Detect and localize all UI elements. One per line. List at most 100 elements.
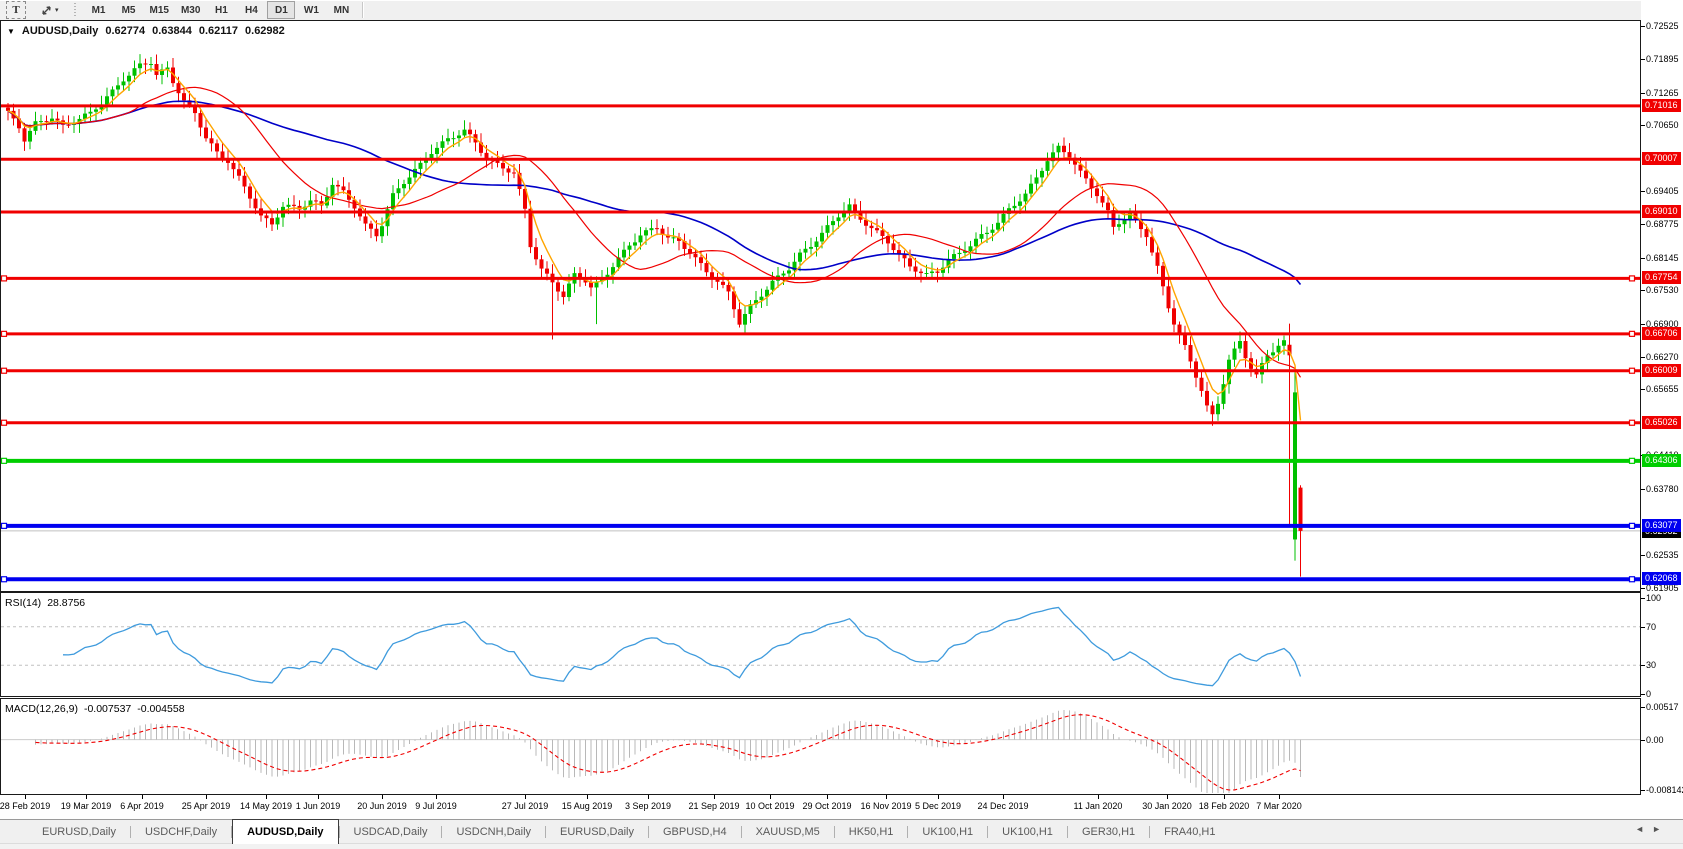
chart-tab-bar: EURUSD,DailyUSDCHF,DailyAUDUSD,DailyUSDC…	[0, 819, 1683, 844]
hline-handle[interactable]	[1630, 420, 1635, 425]
hline-price-label[interactable]: 0.64306	[1642, 454, 1681, 467]
toolbar-separator	[362, 2, 364, 18]
price-tick-dash	[1641, 191, 1645, 192]
price-tick: 0.71895	[1646, 53, 1679, 65]
tab-uk100-h1[interactable]: UK100,H1	[988, 820, 1067, 844]
tab-ger30-h1[interactable]: GER30,H1	[1068, 820, 1149, 844]
rsi-axis-label: 70	[1646, 621, 1656, 633]
price-tick: 0.62535	[1646, 549, 1679, 561]
price-tick-dash	[1641, 357, 1645, 358]
hline-price-label[interactable]: 0.67754	[1642, 271, 1681, 284]
tab-hk50-h1[interactable]: HK50,H1	[835, 820, 908, 844]
date-tick	[1003, 795, 1004, 799]
hline-handle[interactable]	[1630, 577, 1635, 582]
tab-audusd-daily[interactable]: AUDUSD,Daily	[232, 819, 338, 844]
date-label: 27 Jul 2019	[502, 801, 549, 811]
hline-handle[interactable]	[2, 420, 7, 425]
date-tick	[266, 795, 267, 799]
date-label: 20 Jun 2019	[357, 801, 407, 811]
date-tick	[382, 795, 383, 799]
toolbar-grip[interactable]	[73, 3, 78, 17]
price-tick-dash	[1641, 588, 1645, 589]
price-tick-dash	[1641, 389, 1645, 390]
macd-axis-label: 0.00	[1646, 734, 1664, 746]
tab-eurusd-daily[interactable]: EURUSD,Daily	[28, 820, 130, 844]
price-tick-dash	[1641, 555, 1645, 556]
tab-usdcnh-daily[interactable]: USDCNH,Daily	[442, 820, 545, 844]
date-tick	[587, 795, 588, 799]
rsi-tick-dash	[1641, 627, 1645, 628]
date-tick	[25, 795, 26, 799]
text-label-tool-button[interactable]: T	[6, 1, 26, 19]
rsi-canvas[interactable]	[0, 592, 1641, 697]
timeframe-button-h1[interactable]: H1	[207, 1, 235, 19]
symbol-caret-icon[interactable]: ▼	[7, 27, 15, 36]
price-tick-dash	[1641, 224, 1645, 225]
hline-handle[interactable]	[2, 276, 7, 281]
date-tick	[436, 795, 437, 799]
tab-scroll-right-icon[interactable]: ►	[1652, 824, 1669, 834]
main-chart-canvas[interactable]	[0, 20, 1641, 592]
date-tick	[1098, 795, 1099, 799]
date-tick	[827, 795, 828, 799]
tab-fra40-h1[interactable]: FRA40,H1	[1150, 820, 1229, 844]
hline-handle[interactable]	[2, 368, 7, 373]
hline-handle[interactable]	[1630, 458, 1635, 463]
rsi-tick-dash	[1641, 665, 1645, 666]
rsi-tick-dash	[1641, 598, 1645, 599]
tab-uk100-h1[interactable]: UK100,H1	[908, 820, 987, 844]
hline-price-label[interactable]: 0.66706	[1642, 327, 1681, 340]
hline-price-label[interactable]: 0.62068	[1642, 572, 1681, 585]
date-label: 24 Dec 2019	[977, 801, 1028, 811]
tab-xauusd-m5[interactable]: XAUUSD,M5	[742, 820, 834, 844]
price-tick: 0.68145	[1646, 252, 1679, 264]
timeframe-button-d1[interactable]: D1	[267, 1, 295, 19]
price-tick: 0.69405	[1646, 185, 1679, 197]
macd-axis-label: 0.00517	[1646, 701, 1679, 713]
tab-usdchf-daily[interactable]: USDCHF,Daily	[131, 820, 231, 844]
arrow-tools-button[interactable]: ▾	[35, 1, 64, 19]
hline-handle[interactable]	[2, 523, 7, 528]
timeframe-button-w1[interactable]: W1	[297, 1, 325, 19]
date-label: 15 Aug 2019	[562, 801, 613, 811]
hline-price-label[interactable]: 0.71016	[1642, 99, 1681, 112]
date-label: 6 Apr 2019	[120, 801, 164, 811]
date-label: 11 Jan 2020	[1074, 801, 1123, 811]
date-label: 21 Sep 2019	[688, 801, 739, 811]
date-tick	[1279, 795, 1280, 799]
price-tick: 0.65655	[1646, 383, 1679, 395]
hline-handle[interactable]	[1630, 523, 1635, 528]
timeframe-button-h4[interactable]: H4	[237, 1, 265, 19]
hline-handle[interactable]	[2, 331, 7, 336]
hline-price-label[interactable]: 0.70007	[1642, 152, 1681, 165]
date-label: 19 Mar 2019	[61, 801, 112, 811]
rsi-axis-label: 100	[1646, 592, 1661, 604]
hline-handle[interactable]	[2, 577, 7, 582]
tab-eurusd-daily[interactable]: EURUSD,Daily	[546, 820, 648, 844]
hline-handle[interactable]	[1630, 368, 1635, 373]
date-axis[interactable]: 28 Feb 201919 Mar 20196 Apr 201925 Apr 2…	[0, 795, 1641, 819]
hline-handle[interactable]	[1630, 276, 1635, 281]
timeframe-button-m15[interactable]: M15	[145, 1, 174, 19]
price-tick-dash	[1641, 258, 1645, 259]
hline-price-label[interactable]: 0.66009	[1642, 364, 1681, 377]
timeframe-button-m5[interactable]: M5	[115, 1, 143, 19]
timeframe-button-m30[interactable]: M30	[176, 1, 205, 19]
hline-handle[interactable]	[1630, 331, 1635, 336]
macd-canvas[interactable]	[0, 698, 1641, 795]
tab-scroll-left-icon[interactable]: ◄	[1635, 824, 1652, 834]
ohlc-open: 0.62774	[105, 25, 145, 37]
price-tick: 0.67530	[1646, 284, 1679, 296]
timeframe-button-m1[interactable]: M1	[85, 1, 113, 19]
hline-price-label[interactable]: 0.63077	[1642, 519, 1681, 532]
tab-usdcad-daily[interactable]: USDCAD,Daily	[340, 820, 442, 844]
timeframe-button-mn[interactable]: MN	[327, 1, 355, 19]
price-tick-dash	[1641, 125, 1645, 126]
tab-gbpusd-h4[interactable]: GBPUSD,H4	[649, 820, 741, 844]
hline-handle[interactable]	[2, 458, 7, 463]
hline-price-label[interactable]: 0.69010	[1642, 205, 1681, 218]
date-tick	[1224, 795, 1225, 799]
timeframe-buttons: M1M5M15M30H1H4D1W1MN	[84, 1, 357, 19]
hline-price-label[interactable]: 0.65026	[1642, 416, 1681, 429]
price-axis[interactable]: 0.725250.718950.712650.706500.694050.687…	[1641, 0, 1683, 849]
